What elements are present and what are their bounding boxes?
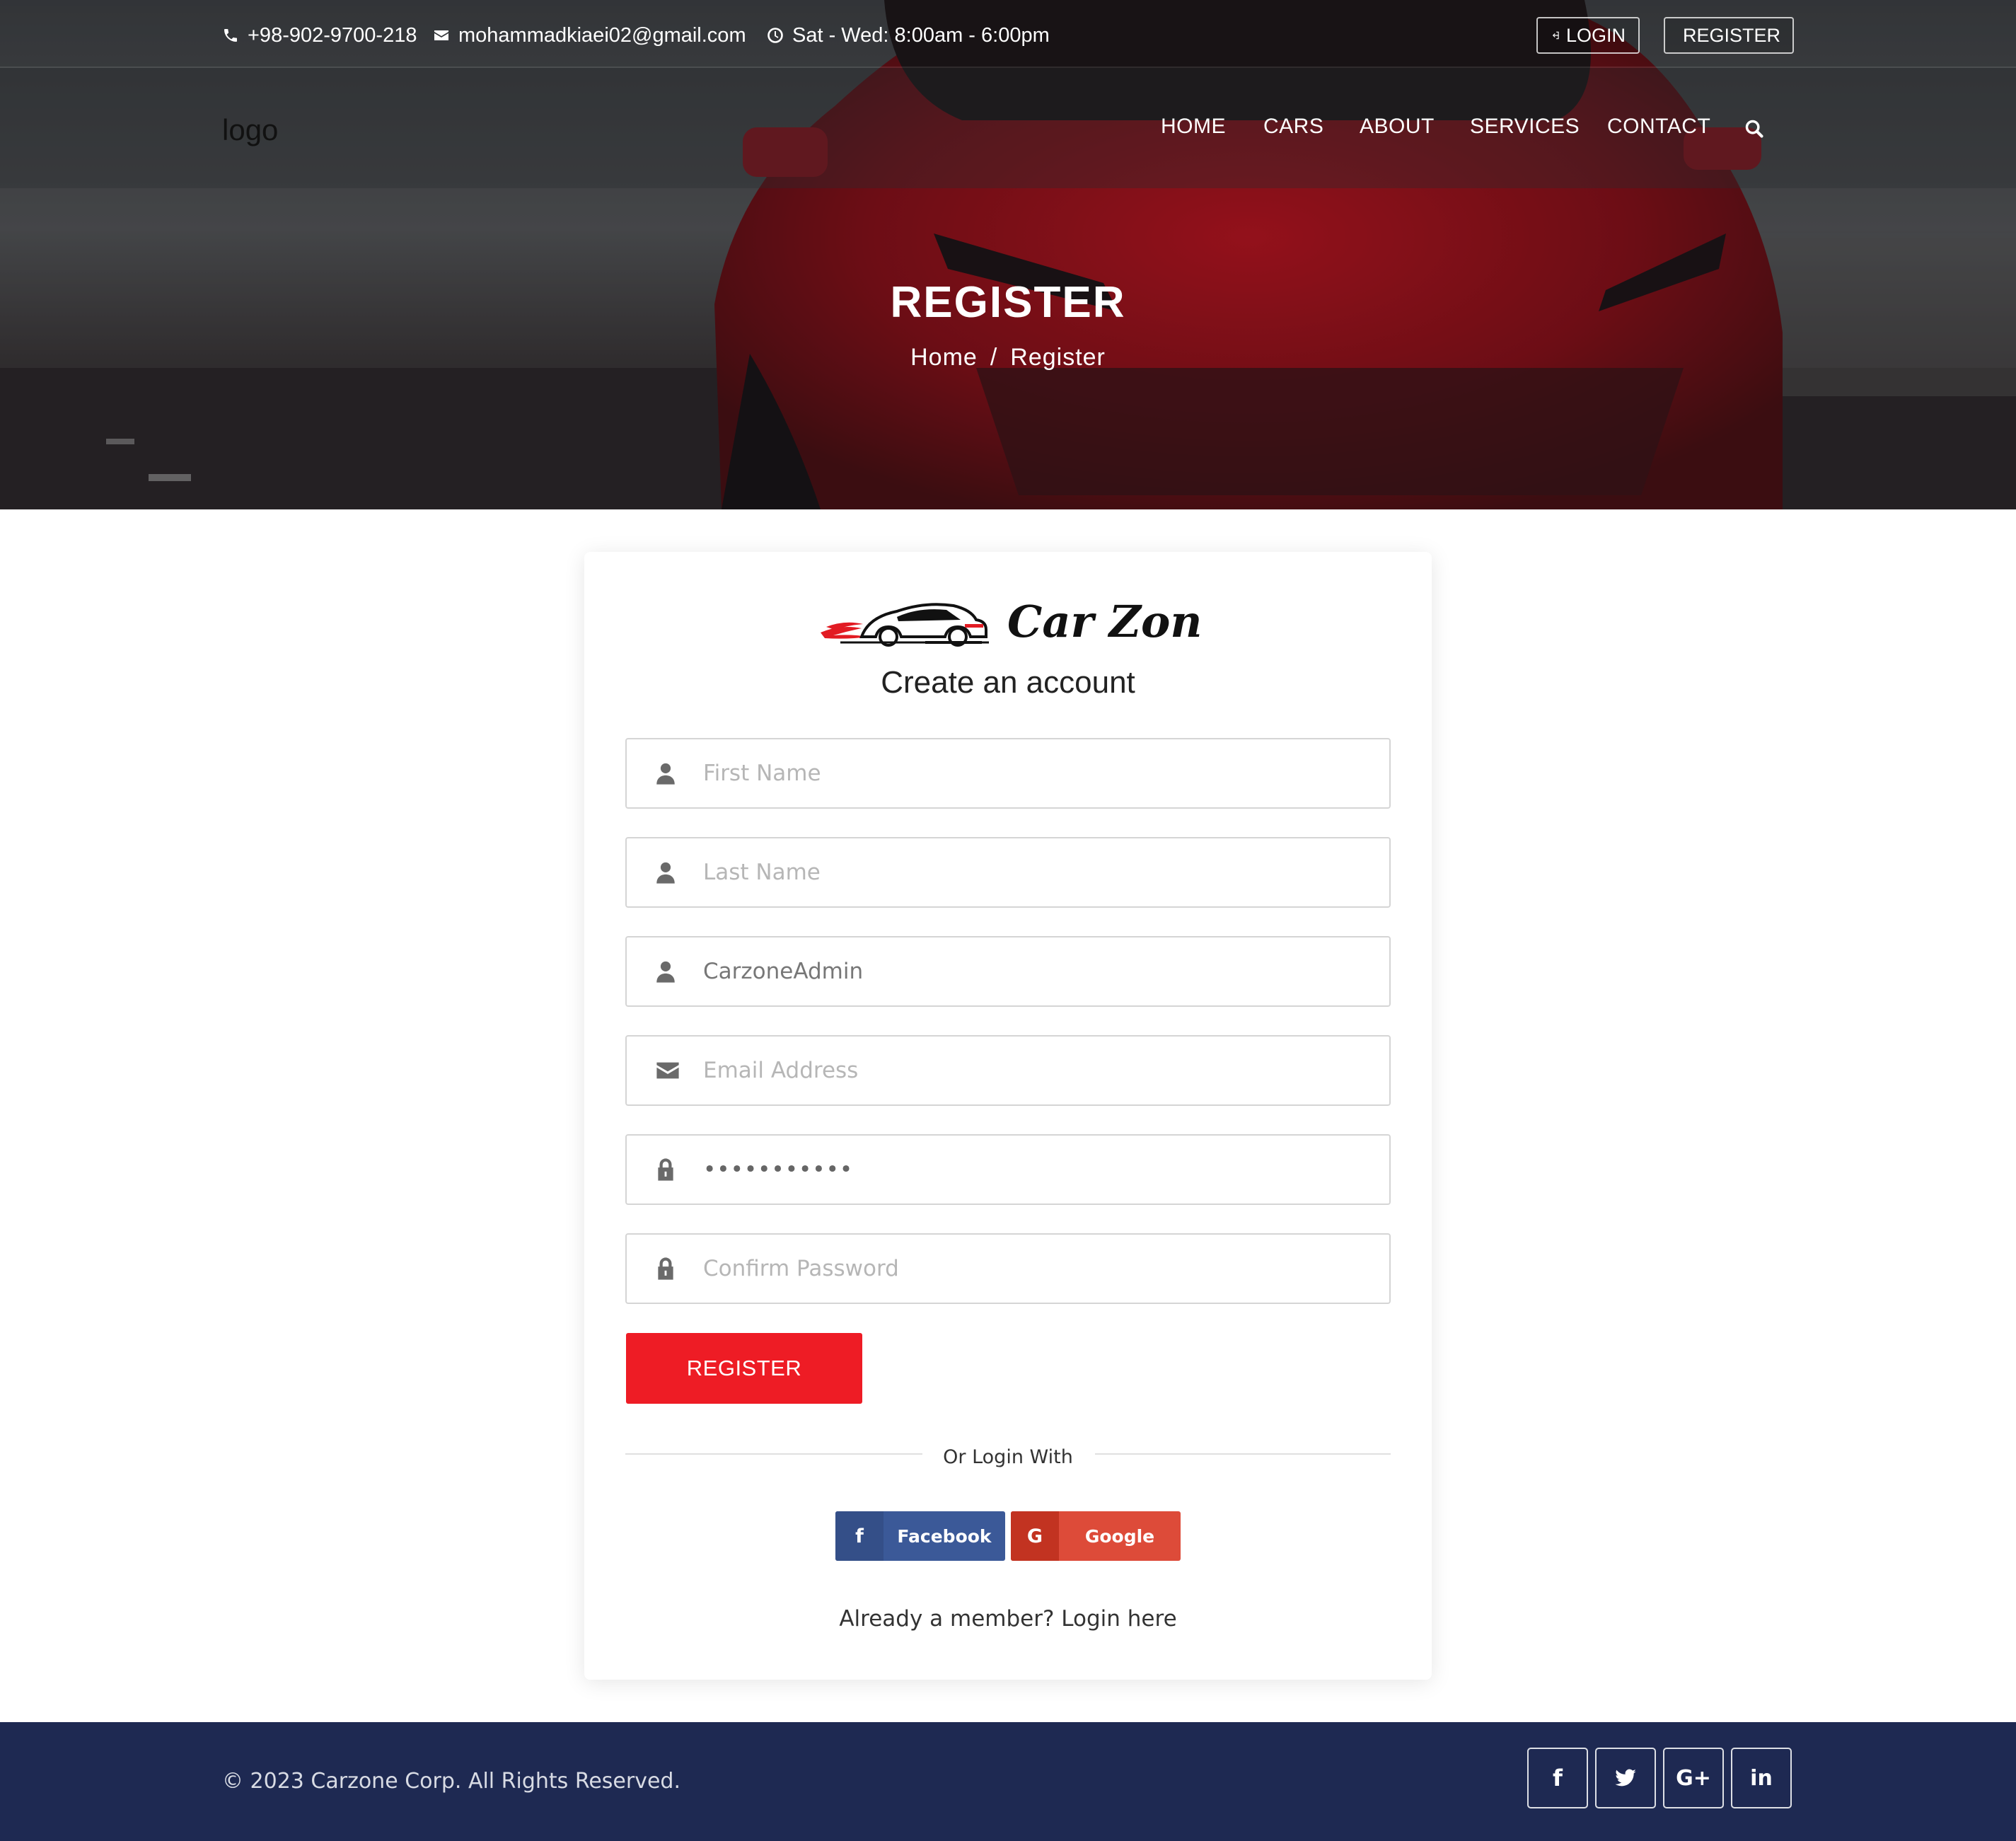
- facebook-icon: f: [835, 1511, 884, 1561]
- email-field[interactable]: [625, 1035, 1391, 1106]
- google-plus-icon: G+: [1676, 1765, 1711, 1791]
- facebook-login-button[interactable]: f Facebook: [835, 1511, 1005, 1561]
- copyright-text: © 2023 Carzone Corp. All Rights Reserved…: [222, 1769, 681, 1794]
- confirm-password-field[interactable]: [625, 1233, 1391, 1304]
- facebook-label: Facebook: [897, 1525, 992, 1547]
- nav-services[interactable]: SERVICES: [1470, 115, 1580, 139]
- email-contact[interactable]: mohammadkiaei02@gmail.com: [433, 21, 746, 50]
- phone-icon: [224, 29, 237, 42]
- search-icon[interactable]: [1744, 119, 1764, 139]
- breadcrumb-current: Register: [1010, 344, 1106, 371]
- google-icon: G: [1011, 1511, 1059, 1561]
- twitter-icon: [1615, 1769, 1636, 1787]
- phone-contact[interactable]: +98-902-9700-218: [222, 21, 417, 50]
- lock-icon: [654, 1257, 678, 1281]
- breadcrumb-home[interactable]: Home: [910, 344, 978, 371]
- nav-contact[interactable]: CONTACT: [1607, 115, 1710, 139]
- first-name-field[interactable]: [625, 738, 1391, 809]
- email-input[interactable]: [703, 1058, 1340, 1083]
- sign-in-icon: [1552, 31, 1559, 40]
- password-field[interactable]: [625, 1134, 1391, 1205]
- opening-hours: Sat - Wed: 8:00am - 6:00pm: [767, 21, 1050, 50]
- register-card: [584, 552, 1432, 1680]
- user-icon: [654, 860, 678, 884]
- envelope-icon: [654, 1058, 682, 1083]
- confirm-password-input[interactable]: [703, 1256, 1340, 1281]
- facebook-icon: f: [1553, 1765, 1563, 1791]
- page-title: REGISTER: [890, 278, 1126, 327]
- brand-name: Car Zone: [1007, 596, 1201, 647]
- or-login-with: Or Login With: [943, 1446, 1073, 1468]
- google-label: Google: [1084, 1525, 1155, 1547]
- register-submit-button[interactable]: REGISTER: [626, 1333, 862, 1404]
- login-here-link[interactable]: Already a member? Login here: [0, 1606, 2016, 1632]
- nav-about[interactable]: ABOUT: [1360, 115, 1435, 139]
- top-bar: +98-902-9700-218 mohammadkiaei02@gmail.c…: [0, 0, 2016, 68]
- linkedin-icon: in: [1750, 1765, 1773, 1791]
- nav-cars[interactable]: CARS: [1263, 115, 1323, 139]
- login-button[interactable]: LOGIN: [1536, 17, 1640, 54]
- breadcrumb: Home / Register: [0, 344, 2016, 371]
- lock-icon: [654, 1158, 678, 1182]
- main-navbar: [0, 68, 2016, 188]
- last-name-field[interactable]: [625, 837, 1391, 908]
- footer-facebook-button[interactable]: f: [1527, 1748, 1588, 1808]
- hours-text: Sat - Wed: 8:00am - 6:00pm: [792, 23, 1050, 47]
- nav-home[interactable]: HOME: [1161, 115, 1226, 139]
- footer-google-plus-button[interactable]: G+: [1663, 1748, 1724, 1808]
- google-login-button[interactable]: G Google: [1011, 1511, 1181, 1561]
- phone-number: +98-902-9700-218: [248, 23, 417, 47]
- footer-twitter-button[interactable]: [1595, 1748, 1656, 1808]
- carzone-brand-logo: Car Zone: [821, 596, 1201, 647]
- email-address: mohammadkiaei02@gmail.com: [458, 23, 746, 47]
- user-icon: [654, 959, 678, 983]
- footer-linkedin-button[interactable]: in: [1731, 1748, 1792, 1808]
- site-logo[interactable]: logo: [222, 113, 278, 147]
- first-name-input[interactable]: [703, 761, 1340, 786]
- username-field[interactable]: [625, 936, 1391, 1007]
- user-icon: [654, 761, 678, 785]
- breadcrumb-separator: /: [990, 344, 998, 371]
- register-top-button[interactable]: REGISTER: [1664, 17, 1794, 54]
- username-input[interactable]: [703, 959, 1340, 984]
- clock-icon: [767, 28, 783, 43]
- form-title: Create an account: [881, 665, 1135, 700]
- last-name-input[interactable]: [703, 860, 1340, 885]
- envelope-icon: [434, 30, 448, 40]
- login-label: LOGIN: [1565, 24, 1626, 46]
- register-top-label: REGISTER: [1682, 24, 1781, 46]
- password-input[interactable]: [703, 1157, 1340, 1182]
